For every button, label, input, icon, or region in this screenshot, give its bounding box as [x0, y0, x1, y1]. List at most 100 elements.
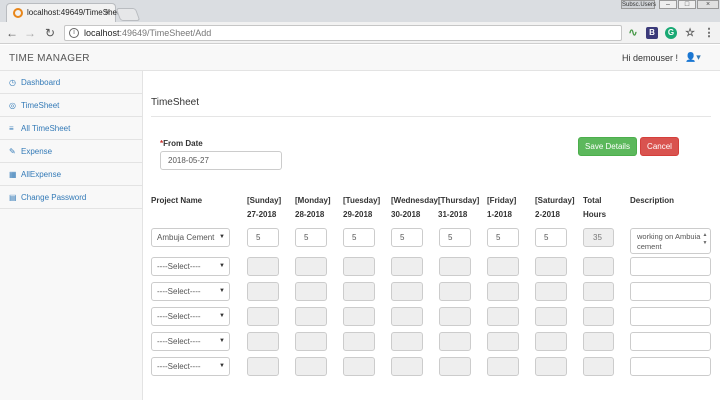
hours-input-monday[interactable]: [295, 307, 327, 326]
col-header-line1: Total: [583, 196, 602, 205]
new-tab-button[interactable]: [115, 8, 141, 21]
sidebar-item-dashboard[interactable]: ◷ Dashboard: [0, 71, 143, 94]
from-date-input[interactable]: 2018-05-27: [160, 151, 282, 170]
back-icon[interactable]: ←: [5, 26, 19, 40]
project-select-value: ----Select----: [157, 337, 201, 346]
description-textarea[interactable]: [630, 282, 711, 301]
sidebar-item-all-timesheet[interactable]: ≡ All TimeSheet: [0, 117, 143, 140]
hours-input-friday[interactable]: [487, 282, 519, 301]
address-bar[interactable]: i localhost:49649/TimeSheet/Add: [64, 25, 622, 41]
profile-label[interactable]: Subsc.Users: [621, 0, 656, 9]
hours-input-monday[interactable]: [295, 257, 327, 276]
extension-g-icon[interactable]: G: [665, 27, 677, 39]
maximize-button[interactable]: □: [678, 0, 696, 9]
info-icon[interactable]: i: [69, 28, 79, 38]
hours-input-sunday[interactable]: [247, 282, 279, 301]
bookmark-star-icon[interactable]: ☆: [684, 27, 696, 39]
hours-input-saturday[interactable]: [535, 307, 567, 326]
brand-title[interactable]: TIME MANAGER: [9, 53, 90, 64]
sidebar-item-label: AllExpense: [21, 170, 62, 179]
project-select[interactable]: ----Select---- ▼: [151, 332, 230, 351]
hours-input-sunday[interactable]: [247, 307, 279, 326]
hours-input-wednesday[interactable]: [391, 357, 423, 376]
browser-toolbar: ← → ↻ i localhost:49649/TimeSheet/Add ∿ …: [0, 22, 720, 44]
hours-input-sunday[interactable]: [247, 357, 279, 376]
hours-input-friday[interactable]: [487, 332, 519, 351]
hours-input-sunday[interactable]: [247, 332, 279, 351]
project-select[interactable]: ----Select---- ▼: [151, 307, 230, 326]
hours-input-monday[interactable]: [295, 282, 327, 301]
sidebar-item-timesheet[interactable]: ◎ TimeSheet: [0, 94, 143, 117]
extension-wave-icon[interactable]: ∿: [627, 27, 639, 39]
hours-input-saturday[interactable]: [535, 332, 567, 351]
edit-icon: ✎: [9, 147, 16, 156]
browser-tab[interactable]: localhost:49649/TimeSheet/ ×: [6, 3, 126, 22]
textarea-scroll-arrows-icon[interactable]: ▲ ▼: [702, 231, 708, 251]
project-select[interactable]: ----Select---- ▼: [151, 357, 230, 376]
hours-input-tuesday[interactable]: [343, 357, 375, 376]
url-host: localhost: [84, 28, 120, 38]
description-textarea[interactable]: [630, 307, 711, 326]
forward-icon[interactable]: →: [23, 26, 37, 40]
sidebar-item-expense[interactable]: ✎ Expense: [0, 140, 143, 163]
hours-input-saturday[interactable]: 5: [535, 228, 567, 247]
col-header-sunday: [Sunday] 27-2018: [247, 194, 281, 222]
sidebar-item-change-password[interactable]: ▤ Change Password: [0, 186, 143, 209]
minimize-button[interactable]: –: [659, 0, 677, 9]
hours-input-friday[interactable]: 5: [487, 228, 519, 247]
hours-input-wednesday[interactable]: 5: [391, 228, 423, 247]
hours-input-thursday[interactable]: [439, 282, 471, 301]
close-tab-icon[interactable]: ×: [105, 7, 110, 17]
hours-input-tuesday[interactable]: [343, 332, 375, 351]
save-details-button[interactable]: Save Details: [578, 137, 637, 156]
hours-input-monday[interactable]: 5: [295, 228, 327, 247]
hours-input-friday[interactable]: [487, 307, 519, 326]
hours-input-monday[interactable]: [295, 357, 327, 376]
description-textarea[interactable]: [630, 357, 711, 376]
sidebar: ◷ Dashboard ◎ TimeSheet ≡ All TimeSheet …: [0, 71, 143, 400]
hours-input-sunday[interactable]: [247, 257, 279, 276]
hours-input-thursday[interactable]: [439, 357, 471, 376]
hours-input-thursday[interactable]: [439, 307, 471, 326]
project-select[interactable]: ----Select---- ▼: [151, 257, 230, 276]
hours-input-friday[interactable]: [487, 357, 519, 376]
hours-input-sunday[interactable]: 5: [247, 228, 279, 247]
hours-input-tuesday[interactable]: [343, 257, 375, 276]
browser-menu-icon[interactable]: ⋮: [703, 27, 715, 39]
cancel-button[interactable]: Cancel: [640, 137, 679, 156]
hours-input-saturday[interactable]: [535, 282, 567, 301]
hours-input-tuesday[interactable]: 5: [343, 228, 375, 247]
dropdown-caret-icon: ▼: [219, 288, 225, 294]
col-header-line1: [Thursday]: [438, 196, 480, 205]
hours-input-monday[interactable]: [295, 332, 327, 351]
dropdown-caret-icon: ▼: [219, 338, 225, 344]
reload-icon[interactable]: ↻: [43, 26, 57, 40]
hours-input-thursday[interactable]: [439, 332, 471, 351]
user-menu-icon[interactable]: 👤▾: [685, 52, 701, 63]
sidebar-item-label: Dashboard: [21, 78, 61, 87]
hours-input-wednesday[interactable]: [391, 307, 423, 326]
description-textarea[interactable]: [630, 257, 711, 276]
hours-input-thursday[interactable]: 5: [439, 228, 471, 247]
url-path: :49649/TimeSheet/Add: [119, 28, 212, 38]
col-header-line2: 2-2018: [535, 210, 560, 219]
col-header-line1: [Saturday]: [535, 196, 575, 205]
col-header-line2: Hours: [583, 210, 607, 219]
hours-input-wednesday[interactable]: [391, 332, 423, 351]
sidebar-item-allexpense[interactable]: ▦ AllExpense: [0, 163, 143, 186]
project-select[interactable]: Ambuja Cement ▼: [151, 228, 230, 247]
hours-input-saturday[interactable]: [535, 257, 567, 276]
hours-input-wednesday[interactable]: [391, 257, 423, 276]
hours-input-friday[interactable]: [487, 257, 519, 276]
hours-input-wednesday[interactable]: [391, 282, 423, 301]
hours-input-thursday[interactable]: [439, 257, 471, 276]
hours-input-tuesday[interactable]: [343, 307, 375, 326]
description-textarea[interactable]: working on Ambuia cement ▲ ▼: [630, 228, 711, 254]
project-select[interactable]: ----Select---- ▼: [151, 282, 230, 301]
extension-b-icon[interactable]: B: [646, 27, 658, 39]
app-navbar: TIME MANAGER Hi demouser ! 👤▾: [0, 45, 720, 71]
hours-input-tuesday[interactable]: [343, 282, 375, 301]
hours-input-saturday[interactable]: [535, 357, 567, 376]
description-textarea[interactable]: [630, 332, 711, 351]
close-window-button[interactable]: ×: [697, 0, 719, 9]
